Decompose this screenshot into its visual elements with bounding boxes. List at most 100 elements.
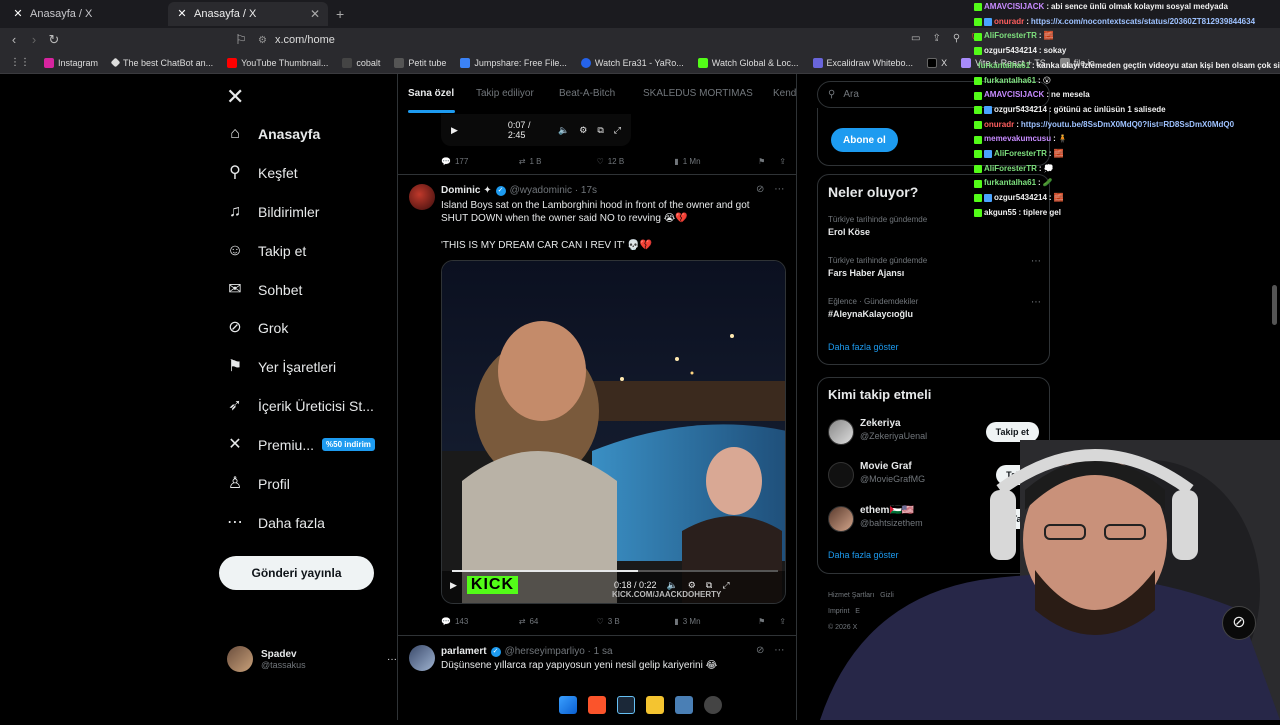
- bookmark-item[interactable]: Petit tube: [394, 57, 446, 68]
- chat-username[interactable]: ozgur5434214: [984, 44, 1037, 59]
- repost-button[interactable]: ⇄ 64: [519, 617, 597, 626]
- fullscreen-icon[interactable]: ⤢: [722, 580, 729, 591]
- views-button[interactable]: ▮ 1 Mn: [674, 157, 754, 166]
- play-icon[interactable]: ▶: [451, 125, 458, 136]
- new-tab-icon[interactable]: +: [336, 6, 344, 22]
- chat-username[interactable]: AMAVCISIJACK: [984, 88, 1044, 103]
- close-tab-icon[interactable]: ✕: [310, 7, 320, 21]
- grok-floating-icon[interactable]: ⊘: [1222, 606, 1256, 640]
- bookmark-item[interactable]: The best ChatBot an...: [110, 58, 213, 68]
- volume-icon[interactable]: 🔈: [667, 580, 678, 591]
- chat-username[interactable]: AMAVCISIJACK: [984, 0, 1044, 15]
- reply-button[interactable]: 💬 143: [441, 617, 519, 626]
- cast-icon[interactable]: ▭: [911, 33, 920, 44]
- settings-icon[interactable]: [703, 696, 722, 714]
- repost-button[interactable]: ⇄ 1 B: [519, 157, 597, 166]
- tab-list[interactable]: Kend: [773, 88, 796, 99]
- grok-icon[interactable]: ⊘: [756, 645, 764, 656]
- back-icon[interactable]: ‹: [6, 32, 22, 48]
- video-player-controls[interactable]: ▶ 0:07 / 2:45 🔈 ⚙ ⧉ ⤢: [441, 114, 631, 146]
- bookmark-page-icon[interactable]: ⚐: [233, 32, 249, 48]
- browser-tab[interactable]: ✕ Anasayfa / X: [4, 2, 164, 26]
- more-icon[interactable]: ⋯: [1031, 297, 1041, 308]
- trend-item[interactable]: Türkiye tarihinde gündemde Fars Haber Aja…: [828, 256, 1041, 278]
- tab-following[interactable]: Takip ediliyor: [476, 88, 534, 99]
- bookmark-icon[interactable]: ⚑: [758, 157, 765, 166]
- chat-username[interactable]: ozgur5434214: [994, 191, 1047, 206]
- apps-grid-icon[interactable]: ⋮⋮: [10, 57, 30, 68]
- like-button[interactable]: ♡ 12 B: [597, 157, 675, 166]
- subscribe-button[interactable]: Abone ol: [831, 128, 898, 152]
- chat-username[interactable]: onuradr: [994, 15, 1024, 30]
- nav-item-grok[interactable]: ⊘ Grok: [226, 310, 288, 346]
- forward-icon[interactable]: ›: [26, 32, 42, 48]
- chat-username[interactable]: furkantalha61: [984, 176, 1036, 191]
- reply-button[interactable]: 💬 177: [441, 157, 519, 166]
- bookmark-icon[interactable]: ⚑: [758, 617, 765, 626]
- bookmark-item[interactable]: X: [927, 57, 947, 68]
- nav-item-follow-user[interactable]: ☺ Takip et: [226, 233, 306, 269]
- nav-item-bell[interactable]: ♫ Bildirimler: [226, 194, 319, 230]
- settings-icon[interactable]: ⚙: [579, 125, 587, 136]
- pip-icon[interactable]: ⧉: [597, 125, 603, 136]
- fullscreen-icon[interactable]: ⤢: [614, 125, 621, 136]
- zoom-icon[interactable]: ⚲: [953, 33, 960, 44]
- nav-item-rocket[interactable]: ➶ İçerik Üreticisi St...: [226, 388, 374, 424]
- share-icon[interactable]: ⇪: [779, 617, 786, 626]
- nav-item-home[interactable]: ⌂ Anasayfa: [226, 116, 320, 152]
- nav-item-bookmark[interactable]: ⚑ Yer İşaretleri: [226, 349, 336, 385]
- x-logo-icon[interactable]: ✕: [226, 84, 244, 110]
- chat-username[interactable]: furkantalha61: [978, 59, 1030, 74]
- account-switcher[interactable]: Spadev @tassakus ···: [227, 644, 397, 674]
- author-handle[interactable]: @herseyimparliyo · 1 sa: [505, 646, 613, 657]
- nav-item-x-premium[interactable]: ✕ Premiu...: [226, 427, 314, 463]
- share-icon[interactable]: ⇪: [932, 33, 940, 44]
- chat-username[interactable]: memevakumcusu: [984, 132, 1051, 147]
- tweet-video[interactable]: ▶ KICK 0:18 / 0:22 🔈 ⚙ ⧉ ⤢ KICK.COM/JAAC…: [441, 260, 786, 604]
- chat-text[interactable]: https://youtu.be/8SsDmX0MdQ0?list=RD8SsD…: [1021, 118, 1234, 133]
- play-icon[interactable]: ▶: [450, 580, 457, 591]
- scrollbar-thumb[interactable]: [1272, 285, 1277, 325]
- tab-list[interactable]: SKALEDUS MORTIMAS: [643, 88, 753, 99]
- nav-item-envelope[interactable]: ✉ Sohbet: [226, 272, 302, 308]
- settings-icon[interactable]: ⚙: [688, 580, 696, 591]
- chat-username[interactable]: AliForesterTR: [994, 147, 1047, 162]
- chat-text[interactable]: https://x.com/nocontextscats/status/2036…: [1031, 15, 1255, 30]
- post-button[interactable]: Gönderi yayınla: [219, 556, 374, 590]
- bookmark-item[interactable]: YouTube Thumbnail...: [227, 57, 328, 68]
- brave-browser-icon[interactable]: [587, 696, 606, 714]
- terminal-icon[interactable]: [674, 696, 693, 714]
- bookmark-item[interactable]: Instagram: [44, 57, 98, 68]
- nav-item-search[interactable]: ⚲ Keşfet: [226, 155, 298, 191]
- tab-for-you[interactable]: Sana özel: [408, 88, 454, 99]
- steam-icon[interactable]: [616, 696, 635, 714]
- avatar[interactable]: [409, 645, 435, 671]
- bookmark-item[interactable]: cobalt: [342, 57, 380, 68]
- chat-username[interactable]: AliForesterTR: [984, 162, 1037, 177]
- chat-username[interactable]: ozgur5434214: [994, 103, 1047, 118]
- file-explorer-icon[interactable]: [645, 696, 664, 714]
- chat-username[interactable]: AliForesterTR: [984, 29, 1037, 44]
- chat-username[interactable]: furkantalha61: [984, 74, 1036, 89]
- reload-icon[interactable]: ↻: [46, 32, 62, 48]
- nav-item-profile[interactable]: ♙ Profil: [226, 466, 290, 502]
- share-icon[interactable]: ⇪: [779, 157, 786, 166]
- author-handle[interactable]: @wyadominic · 17s: [510, 185, 597, 196]
- bookmark-item[interactable]: Watch Global & Loc...: [697, 57, 799, 68]
- browser-tab-active[interactable]: ✕ Anasayfa / X ✕: [168, 2, 328, 26]
- volume-icon[interactable]: 🔈: [558, 125, 569, 136]
- grok-icon[interactable]: ⊘: [756, 184, 764, 195]
- windows-start-icon[interactable]: [558, 696, 577, 714]
- like-button[interactable]: ♡ 3 B: [597, 617, 675, 626]
- site-info-icon[interactable]: ⚙: [258, 35, 267, 46]
- author-name[interactable]: Dominic ✦: [441, 185, 492, 196]
- more-icon[interactable]: ⋯: [774, 645, 784, 656]
- trends-show-more[interactable]: Daha fazla göster: [828, 342, 899, 352]
- bookmark-item[interactable]: Watch Era31 - YaRo...: [580, 57, 684, 68]
- chat-username[interactable]: akgun55: [984, 206, 1016, 221]
- tab-list[interactable]: Beat-A-Bitch: [559, 88, 615, 99]
- chat-username[interactable]: onuradr: [984, 118, 1014, 133]
- nav-item-more-circle[interactable]: ⋯ Daha fazla: [226, 505, 325, 541]
- bookmark-item[interactable]: Jumpshare: Free File...: [460, 57, 567, 68]
- url-field[interactable]: ⚙ x.com/home: [258, 31, 948, 49]
